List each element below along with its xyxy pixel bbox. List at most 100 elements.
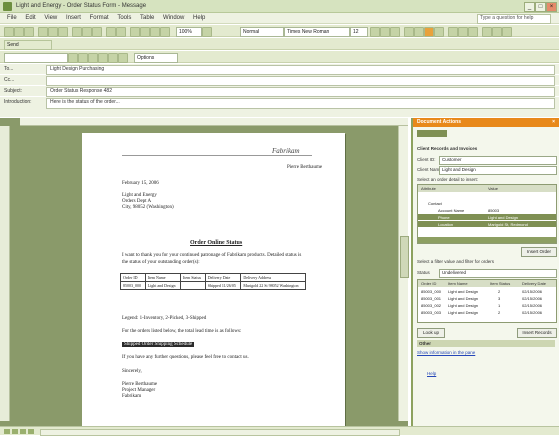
grid-row[interactable]: Contact	[418, 200, 556, 206]
paste-icon[interactable]	[92, 27, 102, 37]
table-row[interactable]: 85003_000 Light and Design 2 02/15/2006	[418, 288, 556, 294]
menu-file[interactable]: File	[7, 15, 17, 21]
grid-horizontal-scrollbar[interactable]	[418, 237, 556, 243]
table-icon[interactable]	[140, 27, 150, 37]
outline-view-icon[interactable]	[28, 429, 34, 434]
minimize-icon[interactable]: _	[524, 2, 535, 12]
align-left-icon[interactable]	[404, 27, 414, 37]
grid-cell: Light and Design	[448, 295, 479, 301]
filter-select[interactable]: Undelivered	[439, 269, 557, 278]
menu-tools[interactable]: Tools	[117, 15, 131, 21]
flag-icon[interactable]	[118, 53, 128, 63]
pane-nav-buttons[interactable]	[417, 130, 447, 137]
cc-field[interactable]	[46, 76, 555, 86]
client-name-select[interactable]: Light and Design	[439, 166, 557, 175]
spelling-icon[interactable]	[58, 27, 68, 37]
zoom-select[interactable]: 100%	[176, 27, 202, 37]
table-header-cell: Item Name	[144, 273, 181, 282]
close-icon[interactable]: ×	[546, 2, 557, 12]
options-button[interactable]: Options	[134, 53, 178, 63]
send-button[interactable]: Send	[4, 40, 52, 50]
attribute-grid[interactable]: Attribute Value Contact Account Name 850…	[417, 184, 557, 244]
indent-icon[interactable]	[468, 27, 478, 37]
shipping-schedule-highlight[interactable]: Shipped Order Shipping Schedule	[122, 342, 195, 347]
horizontal-ruler[interactable]	[20, 118, 408, 126]
to-field[interactable]: Light Design Purchasing	[46, 65, 555, 75]
print-view-icon[interactable]	[20, 429, 26, 434]
vertical-ruler[interactable]	[0, 126, 10, 421]
grid-row-selected[interactable]: Phone Light and Design	[418, 214, 556, 220]
menu-format[interactable]: Format	[90, 15, 109, 21]
web-view-icon[interactable]	[12, 429, 18, 434]
font-color-icon[interactable]	[502, 27, 512, 37]
address-book-icon[interactable]	[68, 53, 78, 63]
drawing-icon[interactable]	[160, 27, 170, 37]
font-select[interactable]: Times New Roman	[284, 27, 350, 37]
open-icon[interactable]	[14, 27, 24, 37]
preview-icon[interactable]	[48, 27, 58, 37]
show-information-link[interactable]: Show information in the pane	[417, 350, 475, 355]
undo-icon[interactable]	[106, 27, 116, 37]
importance-high-icon[interactable]	[98, 53, 108, 63]
highlight-icon[interactable]	[492, 27, 502, 37]
grid-cell: Phone	[438, 214, 450, 220]
word-app-icon[interactable]	[3, 2, 12, 11]
attach-icon[interactable]	[88, 53, 98, 63]
help-link[interactable]: Help	[427, 371, 436, 376]
align-right-icon[interactable]	[424, 27, 434, 37]
client-id-select[interactable]: Customer	[439, 156, 557, 165]
cut-icon[interactable]	[72, 27, 82, 37]
pane-close-icon[interactable]: ×	[552, 118, 555, 127]
bold-icon[interactable]	[370, 27, 380, 37]
menu-edit[interactable]: Edit	[25, 15, 35, 21]
save-icon[interactable]	[24, 27, 34, 37]
menu-window[interactable]: Window	[163, 15, 184, 21]
introduction-field[interactable]: Here is the status of the order...	[46, 98, 555, 109]
subject-field[interactable]: Order Status Response 482	[46, 87, 555, 97]
vertical-scrollbar[interactable]	[398, 126, 409, 421]
check-names-icon[interactable]	[78, 53, 88, 63]
numbering-icon[interactable]	[448, 27, 458, 37]
document-page[interactable]: Fabrikam Pierre Berthaume February 15, 2…	[82, 133, 345, 426]
bullets-icon[interactable]	[458, 27, 468, 37]
font-size-select[interactable]: 12	[350, 27, 368, 37]
cc-button[interactable]: Cc...	[4, 77, 14, 83]
menu-table[interactable]: Table	[140, 15, 154, 21]
maximize-icon[interactable]: □	[535, 2, 546, 12]
orders-grid[interactable]: Order ID Item Name Item Status Delivery …	[417, 279, 557, 323]
table-row[interactable]: 85003_003 Light and Design 2 02/15/2006	[418, 309, 556, 315]
insert-order-button[interactable]: Insert Order	[521, 247, 557, 257]
underline-icon[interactable]	[390, 27, 400, 37]
columns-icon[interactable]	[150, 27, 160, 37]
justify-icon[interactable]	[434, 27, 444, 37]
to-button[interactable]: To...	[4, 66, 13, 72]
grid-row[interactable]: Account Name 85003	[418, 207, 556, 213]
company-logo: Fabrikam	[272, 147, 300, 155]
copy-icon[interactable]	[82, 27, 92, 37]
redo-icon[interactable]	[116, 27, 126, 37]
grid-row[interactable]	[418, 193, 556, 199]
menu-help[interactable]: Help	[193, 15, 205, 21]
help-icon[interactable]	[202, 27, 212, 37]
insert-records-button[interactable]: Insert Records	[517, 328, 557, 338]
italic-icon[interactable]	[380, 27, 390, 37]
table-row[interactable]: 85003_002 Light and Design 1 02/15/2006	[418, 302, 556, 308]
print-icon[interactable]	[38, 27, 48, 37]
look-up-button[interactable]: Look up	[417, 328, 445, 338]
normal-view-icon[interactable]	[4, 429, 10, 434]
account-select[interactable]	[4, 53, 68, 63]
style-select[interactable]: Normal	[240, 27, 284, 37]
table-row[interactable]: 85003_001 Light and Design 3 02/15/2006	[418, 295, 556, 301]
grid-row-selected[interactable]: Location Marigold St, Redmond	[418, 221, 556, 227]
help-search-input[interactable]: Type a question for help	[477, 14, 551, 24]
scroll-thumb[interactable]	[400, 236, 409, 278]
new-document-icon[interactable]	[4, 27, 14, 37]
align-center-icon[interactable]	[414, 27, 424, 37]
sender-name: Pierre Berthaume	[287, 165, 323, 170]
hyperlink-icon[interactable]	[130, 27, 140, 37]
border-icon[interactable]	[482, 27, 492, 37]
menu-insert[interactable]: Insert	[66, 15, 81, 21]
menu-view[interactable]: View	[44, 15, 57, 21]
importance-low-icon[interactable]	[108, 53, 118, 63]
order-table[interactable]: Order ID Item Name Item Status Delivery …	[120, 273, 306, 290]
